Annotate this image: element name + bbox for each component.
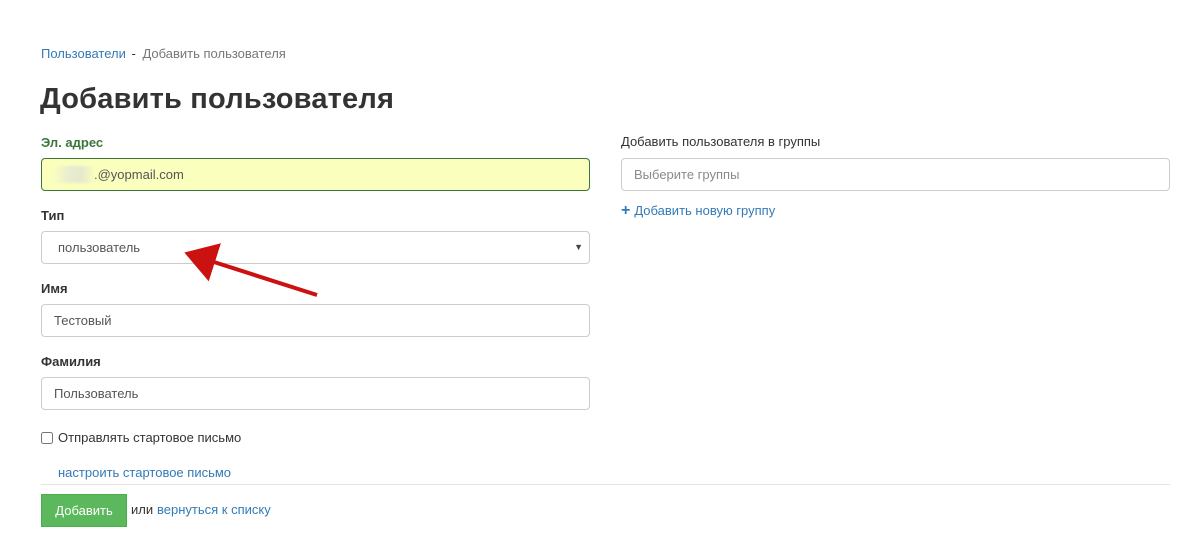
add-new-group-link[interactable]: + Добавить новую группу — [621, 202, 776, 219]
email-field-wrapper — [41, 158, 590, 191]
email-field[interactable] — [41, 158, 590, 191]
breadcrumb-users-link[interactable]: Пользователи — [41, 46, 126, 61]
breadcrumb-current: Добавить пользователя — [142, 46, 286, 61]
send-welcome-row[interactable]: Отправлять стартовое письмо — [41, 430, 241, 445]
add-user-button[interactable]: Добавить — [41, 494, 127, 527]
configure-welcome-email-link[interactable]: настроить стартовое письмо — [58, 465, 231, 480]
type-select[interactable]: пользователь ▼ — [41, 231, 590, 264]
last-name-field[interactable] — [41, 377, 590, 410]
last-name-label: Фамилия — [41, 354, 101, 369]
add-new-group-label: Добавить новую группу — [634, 203, 776, 218]
groups-label: Добавить пользователя в группы — [621, 134, 821, 149]
form-divider — [41, 484, 1170, 485]
type-select-value: пользователь — [58, 240, 141, 255]
email-redaction-blur — [53, 166, 95, 183]
breadcrumb-separator: - — [131, 46, 136, 61]
or-text: или — [131, 502, 154, 517]
groups-input[interactable] — [621, 158, 1170, 191]
send-welcome-label: Отправлять стартовое письмо — [58, 430, 242, 445]
first-name-field[interactable] — [41, 304, 590, 337]
annotation-arrow — [184, 243, 318, 297]
page-title: Добавить пользователя — [40, 83, 395, 115]
email-label: Эл. адрес — [41, 135, 104, 150]
first-name-label: Имя — [41, 281, 68, 296]
plus-icon: + — [621, 202, 631, 219]
type-label: Тип — [41, 208, 65, 223]
breadcrumb: Пользователи - Добавить пользователя — [41, 46, 286, 61]
back-to-list-link[interactable]: вернуться к списку — [157, 502, 271, 517]
chevron-down-icon: ▼ — [574, 242, 583, 252]
send-welcome-checkbox[interactable] — [41, 431, 53, 444]
